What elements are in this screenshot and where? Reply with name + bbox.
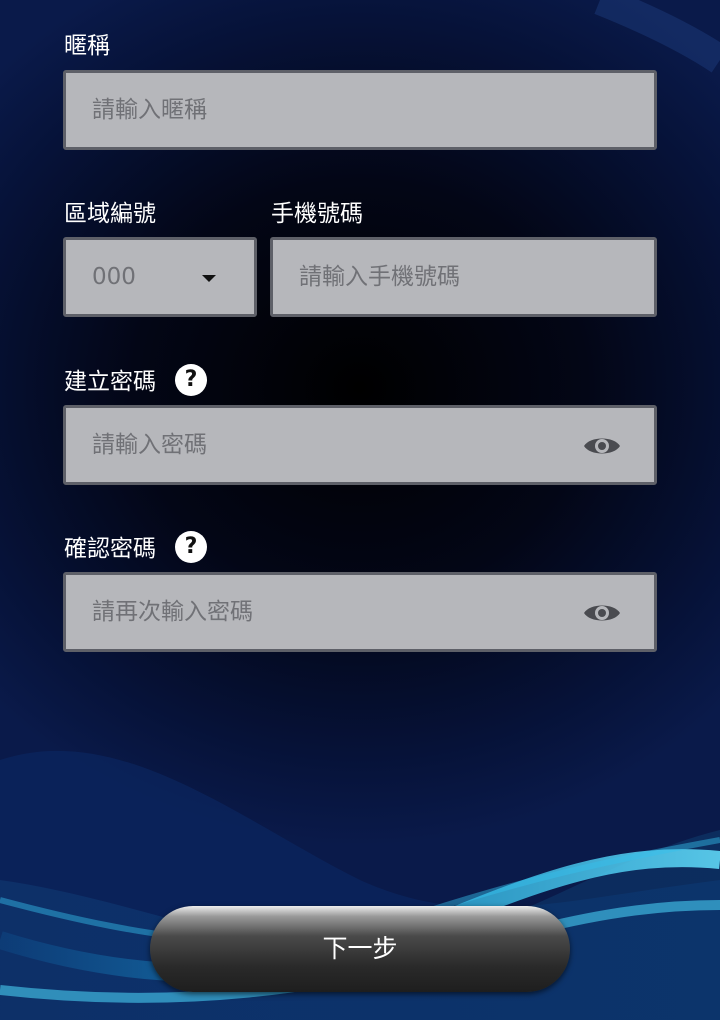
area-code-label: 區域編號 bbox=[64, 201, 156, 227]
area-code-select[interactable]: 000 bbox=[63, 237, 257, 317]
signup-form: 暱稱 區域編號 000 手機號碼 建立密碼 ? 確認密碼 ? 下一步 bbox=[0, 0, 720, 1020]
confirm-password-field-box bbox=[63, 572, 657, 652]
nickname-input[interactable] bbox=[66, 73, 654, 147]
create-password-help-icon[interactable]: ? bbox=[175, 364, 207, 396]
nickname-field-box bbox=[63, 70, 657, 150]
eye-icon[interactable] bbox=[582, 432, 622, 460]
nickname-label: 暱稱 bbox=[64, 33, 110, 59]
confirm-password-help-icon[interactable]: ? bbox=[175, 531, 207, 563]
caret-down-icon bbox=[202, 275, 216, 282]
create-password-field-box bbox=[63, 405, 657, 485]
confirm-password-label: 確認密碼 bbox=[64, 536, 156, 562]
confirm-password-input[interactable] bbox=[66, 575, 654, 649]
phone-label: 手機號碼 bbox=[271, 201, 363, 227]
area-code-value: 000 bbox=[92, 264, 136, 290]
create-password-label: 建立密碼 bbox=[64, 369, 156, 395]
create-password-input[interactable] bbox=[66, 408, 654, 482]
eye-icon[interactable] bbox=[582, 599, 622, 627]
phone-input[interactable] bbox=[273, 240, 654, 314]
next-button[interactable]: 下一步 bbox=[150, 906, 570, 992]
phone-field-box bbox=[270, 237, 657, 317]
